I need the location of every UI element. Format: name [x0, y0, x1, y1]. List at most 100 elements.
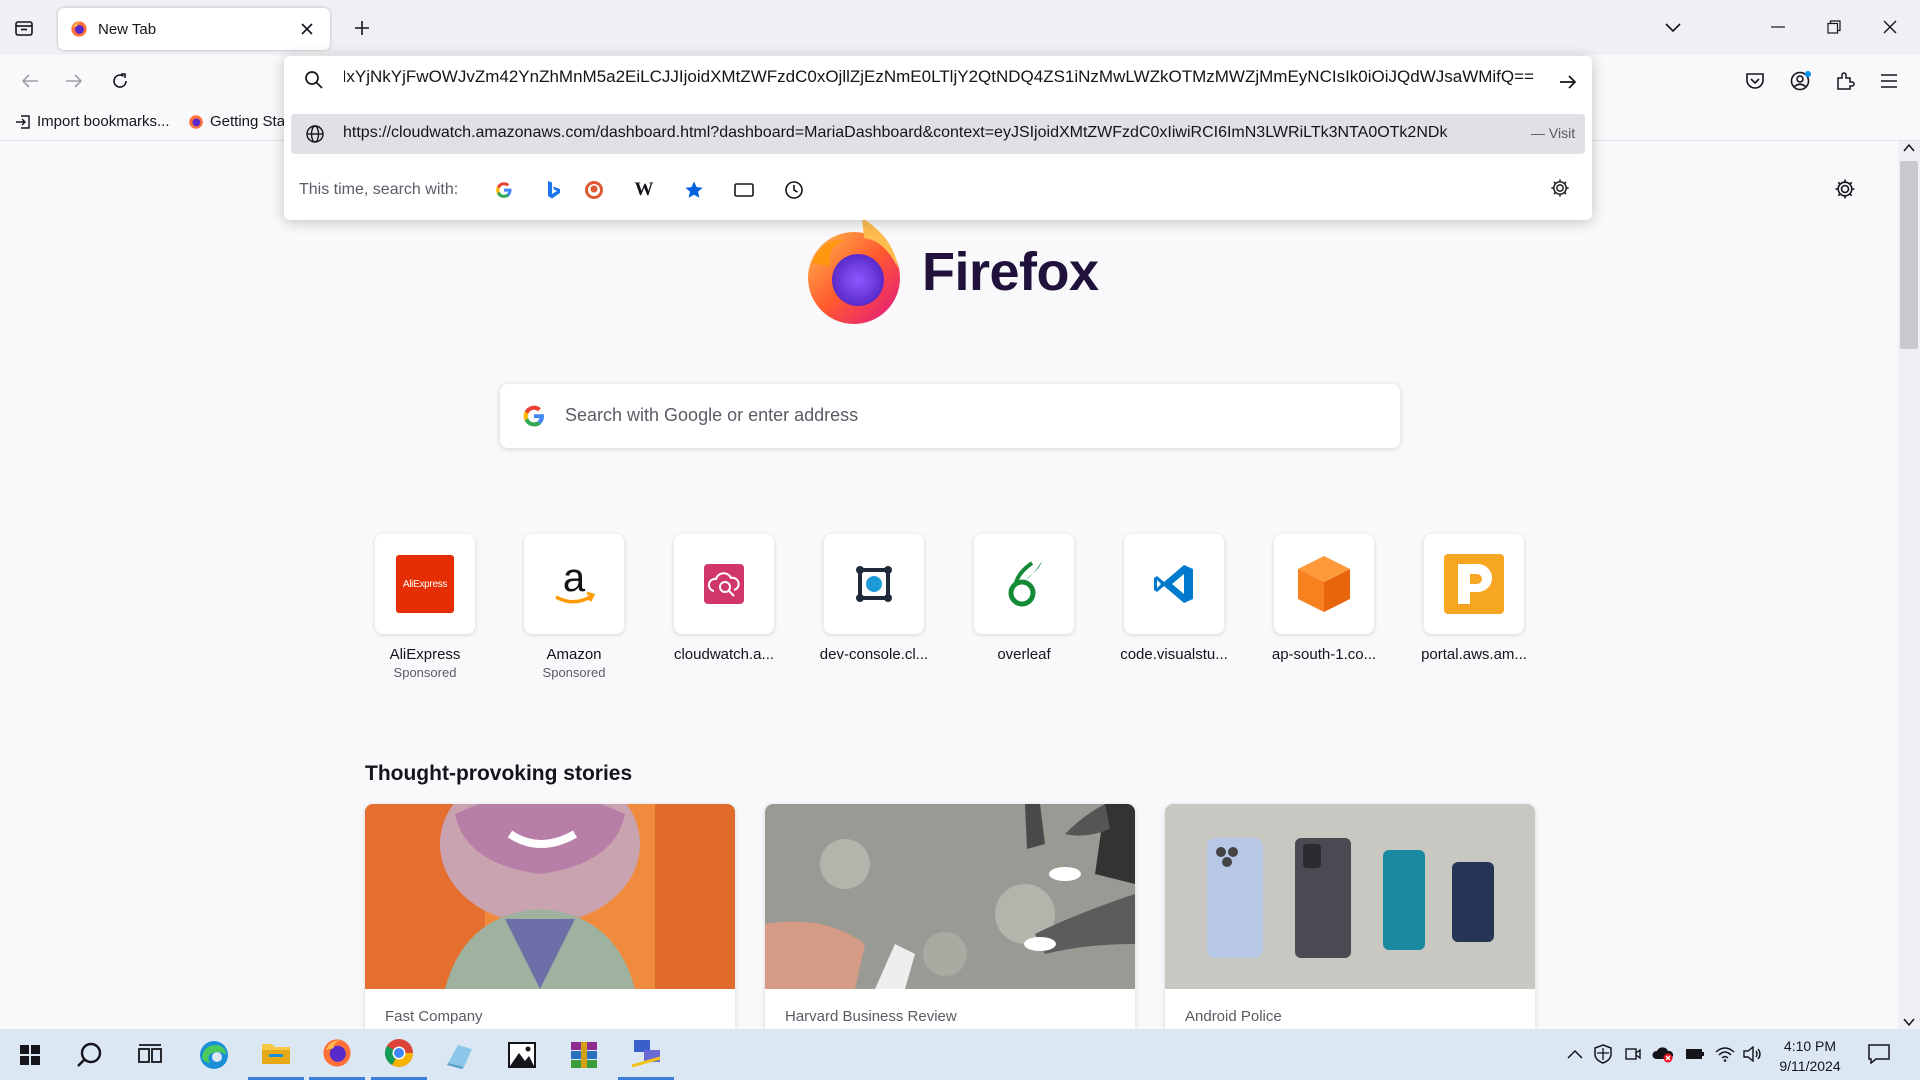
- search-placeholder: Search with Google or enter address: [565, 405, 859, 425]
- close-icon[interactable]: [296, 18, 318, 40]
- top-site-tile: a: [524, 534, 624, 634]
- battery-icon[interactable]: [1684, 1043, 1706, 1065]
- extensions-icon[interactable]: [1830, 66, 1860, 96]
- tray-chevron-up-icon[interactable]: [1564, 1043, 1586, 1065]
- top-site-tile: [974, 534, 1074, 634]
- story-card[interactable]: Android Police: [1165, 804, 1535, 1030]
- story-card[interactable]: Fast Company: [365, 804, 735, 1030]
- search-settings-gear-icon[interactable]: [1550, 178, 1570, 203]
- top-site-label: cloudwatch.a...: [673, 646, 775, 663]
- svg-text:a: a: [563, 561, 586, 600]
- top-site-overleaf[interactable]: overleaf: [959, 534, 1089, 663]
- bookmark-import[interactable]: Import bookmarks...: [15, 113, 170, 130]
- bookmark-getting-started[interactable]: Getting Sta: [188, 113, 286, 130]
- cloudwatch-icon: [704, 564, 744, 604]
- clock-time: 4:10 PM: [1783, 1038, 1837, 1054]
- tab-new-tab[interactable]: New Tab: [58, 8, 330, 50]
- list-all-tabs-icon[interactable]: [10, 14, 38, 42]
- account-icon[interactable]: [1786, 66, 1816, 96]
- story-card[interactable]: Harvard Business Review: [765, 804, 1135, 1030]
- scrollbar-thumb[interactable]: [1900, 161, 1918, 349]
- clock-date: 9/11/2024: [1779, 1058, 1841, 1074]
- story-image: [1165, 804, 1535, 989]
- page-search-input[interactable]: Search with Google or enter address: [500, 384, 1400, 448]
- overleaf-icon: [1008, 561, 1042, 607]
- minimize-icon[interactable]: [1750, 6, 1806, 48]
- tabs-icon[interactable]: [730, 176, 758, 204]
- sponsored-label: Sponsored: [393, 665, 457, 680]
- bookmark-label: Getting Sta: [210, 113, 286, 130]
- address-bar-popup: wMzMxYjNkYjFwOWJvZm42YnZhMnM5a2EiLCJJIjo…: [284, 56, 1592, 220]
- chrome-icon[interactable]: [371, 1029, 427, 1080]
- onedrive-error-icon[interactable]: [1652, 1043, 1674, 1065]
- top-site-label: dev-console.cl...: [819, 646, 929, 663]
- plus-icon[interactable]: [348, 14, 376, 42]
- menu-hamburger-icon[interactable]: [1874, 66, 1904, 96]
- top-site-label: Amazon: [546, 646, 602, 663]
- app-eraser-icon[interactable]: [432, 1029, 488, 1080]
- photos-icon[interactable]: [494, 1029, 550, 1080]
- address-input[interactable]: wMzMxYjNkYjFwOWJvZm42YnZhMnM5a2EiLCJJIjo…: [344, 67, 1534, 95]
- tab-strip: New Tab: [0, 0, 1920, 55]
- forward-arrow-icon[interactable]: [59, 66, 89, 96]
- bookmarks-star-icon[interactable]: [680, 176, 708, 204]
- firefox-logo-icon: [808, 218, 900, 324]
- top-site-dev-console[interactable]: dev-console.cl...: [809, 534, 939, 663]
- amazon-icon: a: [555, 561, 596, 604]
- story-source: Android Police: [1185, 1008, 1282, 1025]
- network-app-icon[interactable]: [618, 1029, 674, 1080]
- winrar-icon[interactable]: [556, 1029, 612, 1080]
- duckduckgo-icon[interactable]: [580, 176, 608, 204]
- firefox-taskbar-icon[interactable]: [309, 1029, 365, 1080]
- aws-cube-icon: [1298, 556, 1350, 612]
- reload-icon[interactable]: [105, 66, 135, 96]
- top-site-aliexpress[interactable]: AliExpress AliExpress Sponsored: [360, 534, 490, 680]
- scroll-down-arrow-icon[interactable]: [1903, 1017, 1915, 1027]
- restore-icon[interactable]: [1806, 6, 1862, 48]
- sponsored-label: Sponsored: [542, 665, 606, 680]
- task-view-icon[interactable]: [122, 1029, 178, 1080]
- firefox-wordmark: Firefox: [922, 242, 1099, 302]
- top-site-tile: AliExpress: [375, 534, 475, 634]
- address-bar[interactable]: wMzMxYjNkYjFwOWJvZm42YnZhMnM5a2EiLCJJIjo…: [284, 56, 1592, 106]
- bing-icon[interactable]: [540, 176, 568, 204]
- top-site-tile: [1424, 534, 1524, 634]
- meet-now-icon[interactable]: [1622, 1043, 1644, 1065]
- import-icon: [16, 114, 30, 129]
- top-site-vscode[interactable]: code.visualstu...: [1109, 534, 1239, 663]
- top-site-portal-aws[interactable]: portal.aws.am...: [1409, 534, 1539, 663]
- top-site-amazon[interactable]: a Amazon Sponsored: [509, 534, 639, 680]
- top-site-label: AliExpress: [389, 646, 461, 663]
- top-site-tile: [674, 534, 774, 634]
- suggestion-url: https://cloudwatch.amazonaws.com/dashboa…: [343, 124, 1448, 141]
- suggestion-action: — Visit: [1531, 125, 1576, 141]
- wikipedia-icon[interactable]: W: [630, 176, 658, 204]
- google-search-icon[interactable]: [490, 176, 518, 204]
- system-clock[interactable]: 4:10 PM 9/11/2024: [1760, 1036, 1860, 1076]
- scroll-up-arrow-icon[interactable]: [1903, 143, 1915, 153]
- history-clock-icon[interactable]: [780, 176, 808, 204]
- windows-start-icon[interactable]: [2, 1029, 58, 1080]
- back-arrow-icon[interactable]: [15, 66, 45, 96]
- chevron-down-icon[interactable]: [1658, 14, 1688, 42]
- file-explorer-icon[interactable]: [248, 1029, 304, 1080]
- window-close-icon[interactable]: [1862, 6, 1918, 48]
- taskbar-search-icon[interactable]: [62, 1029, 118, 1080]
- top-site-ap-south-1[interactable]: ap-south-1.co...: [1259, 534, 1389, 663]
- security-shield-icon[interactable]: [1592, 1043, 1614, 1065]
- globe-icon: [306, 125, 324, 143]
- customize-gear-icon[interactable]: [1834, 178, 1856, 205]
- search-engine-oneoffs: This time, search with: W: [284, 164, 1592, 214]
- pocket-icon[interactable]: [1740, 66, 1770, 96]
- go-arrow-icon[interactable]: [1554, 68, 1582, 96]
- edge-icon[interactable]: [186, 1029, 242, 1080]
- top-site-cloudwatch[interactable]: cloudwatch.a...: [659, 534, 789, 663]
- top-site-label: ap-south-1.co...: [1271, 646, 1377, 663]
- page-scrollbar[interactable]: [1898, 141, 1920, 1029]
- portal-p-icon: [1444, 554, 1504, 614]
- top-site-tile: [1274, 534, 1374, 634]
- stories-heading: Thought-provoking stories: [365, 762, 633, 785]
- notifications-icon[interactable]: [1868, 1043, 1890, 1065]
- wifi-icon[interactable]: [1714, 1043, 1736, 1065]
- url-suggestion-row[interactable]: https://cloudwatch.amazonaws.com/dashboa…: [291, 114, 1585, 154]
